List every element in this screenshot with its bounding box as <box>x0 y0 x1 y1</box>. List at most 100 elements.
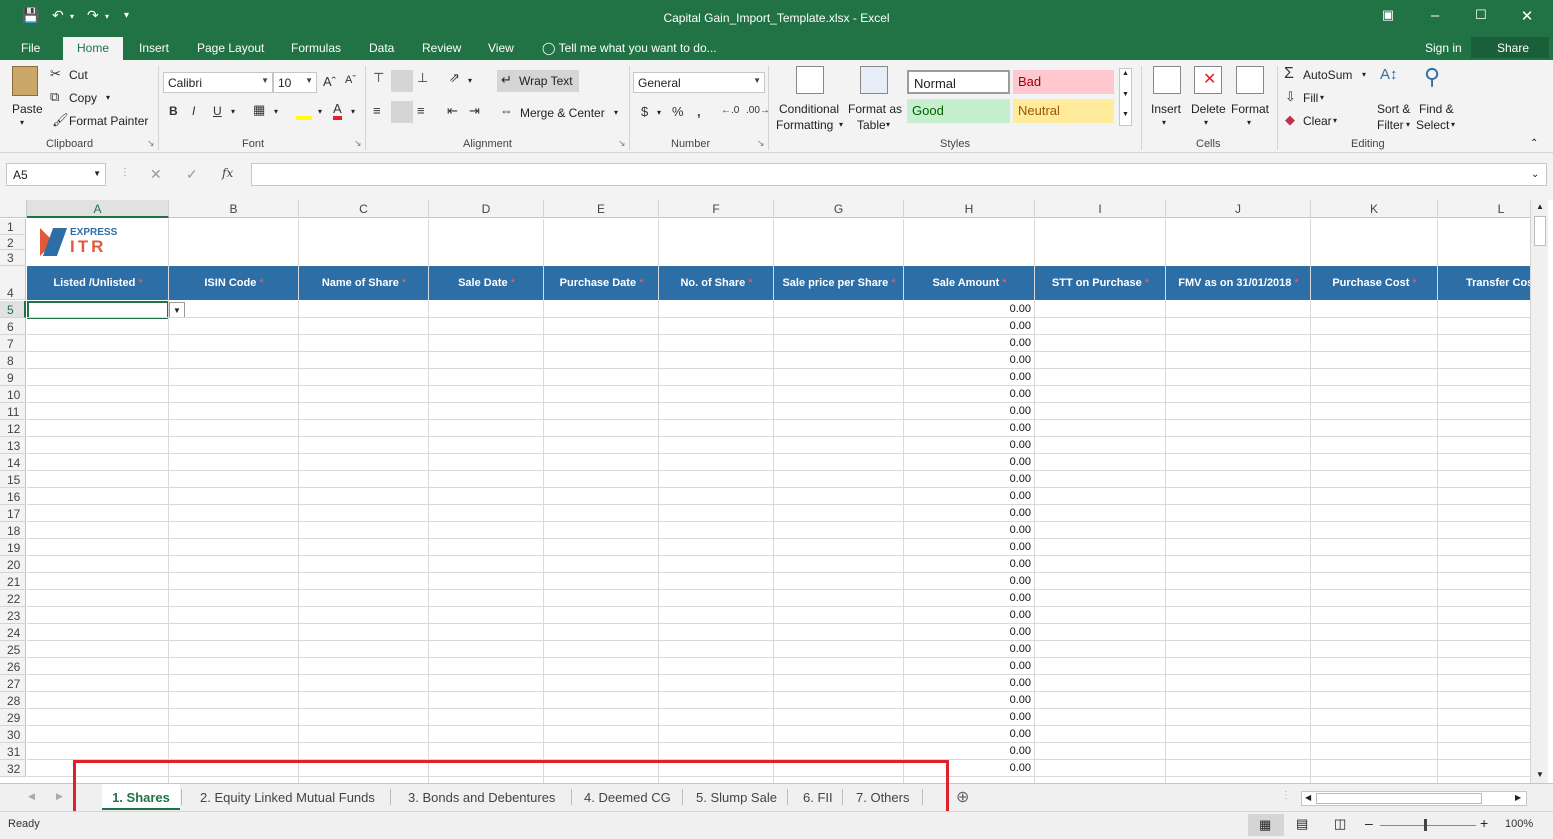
sign-in-link[interactable]: Sign in <box>1425 41 1462 55</box>
normal-view-button[interactable]: ▦ <box>1248 814 1284 836</box>
autosum-button[interactable]: AutoSum <box>1303 68 1352 82</box>
alignment-launcher-icon[interactable]: ↘ <box>618 138 626 149</box>
tab-page-layout[interactable]: Page Layout <box>197 41 264 55</box>
sale-amount-cell[interactable]: 0.00 <box>905 575 1031 587</box>
align-center-icon[interactable] <box>391 101 413 123</box>
bold-button[interactable]: B <box>169 104 178 118</box>
horizontal-scrollbar[interactable]: ◀ ▶ <box>1301 791 1527 806</box>
sale-amount-cell[interactable]: 0.00 <box>905 728 1031 740</box>
scroll-right-icon[interactable]: ▶ <box>1515 793 1521 802</box>
row-header-8[interactable]: 8 <box>0 352 26 369</box>
vertical-scroll-thumb[interactable] <box>1534 216 1546 246</box>
sale-amount-cell[interactable]: 0.00 <box>905 473 1031 485</box>
row-header-2[interactable]: 2 <box>0 235 26 250</box>
conditional-formatting-label-1[interactable]: Conditional <box>779 102 839 116</box>
sale-amount-cell[interactable]: 0.00 <box>905 456 1031 468</box>
autosum-dropdown-icon[interactable]: ▾ <box>1362 70 1366 79</box>
row-header-19[interactable]: 19 <box>0 539 26 556</box>
name-box[interactable]: A5 ▼ <box>6 163 106 186</box>
sale-amount-cell[interactable]: 0.00 <box>905 694 1031 706</box>
sale-amount-cell[interactable]: 0.00 <box>905 507 1031 519</box>
gallery-more-icon[interactable]: ▼ <box>1122 111 1129 118</box>
underline-button[interactable]: U <box>213 104 222 118</box>
percent-button[interactable]: % <box>672 104 684 119</box>
cancel-icon[interactable]: ✕ <box>150 166 162 183</box>
currency-dropdown-icon[interactable]: ▾ <box>657 108 661 117</box>
tell-me-search[interactable]: ◯ Tell me what you want to do... <box>542 41 717 55</box>
top-align-icon[interactable]: ⊤ <box>373 70 384 86</box>
sale-amount-cell[interactable]: 0.00 <box>905 626 1031 638</box>
header-cell-3[interactable]: Name of Share * <box>299 266 429 300</box>
style-bad[interactable]: Bad <box>1013 70 1114 94</box>
row-header-18[interactable]: 18 <box>0 522 26 539</box>
scroll-left-icon[interactable]: ◀ <box>1305 793 1311 802</box>
style-good[interactable]: Good <box>907 99 1010 123</box>
row-header-32[interactable]: 32 <box>0 760 26 777</box>
font-size-combo[interactable]: 10 ▼ <box>273 72 317 93</box>
comma-button[interactable]: , <box>697 104 701 119</box>
sale-amount-cell[interactable]: 0.00 <box>905 660 1031 672</box>
column-header-l[interactable]: L <box>1438 200 1530 218</box>
row-header-15[interactable]: 15 <box>0 471 26 488</box>
delete-dropdown-icon[interactable]: ▾ <box>1204 118 1208 127</box>
column-header-d[interactable]: D <box>429 200 544 218</box>
format-as-table-dropdown-icon[interactable]: ▾ <box>886 120 890 129</box>
sort-filter-label-2[interactable]: Filter <box>1377 118 1404 132</box>
validation-dropdown-icon[interactable]: ▼ <box>169 302 185 318</box>
delete-cells-icon[interactable]: ✕ <box>1194 66 1222 94</box>
format-dropdown-icon[interactable]: ▾ <box>1247 118 1251 127</box>
row-header-7[interactable]: 7 <box>0 335 26 352</box>
zoom-slider[interactable] <box>1380 825 1476 826</box>
fill-button[interactable]: Fill <box>1303 91 1318 105</box>
borders-dropdown-icon[interactable]: ▾ <box>274 107 278 116</box>
zoom-out-icon[interactable]: – <box>1365 815 1373 831</box>
clear-button[interactable]: Clear <box>1303 114 1332 128</box>
italic-button[interactable]: I <box>192 104 195 118</box>
row-header-29[interactable]: 29 <box>0 709 26 726</box>
merge-center-button[interactable]: Merge & Center <box>520 106 605 120</box>
row-header-30[interactable]: 30 <box>0 726 26 743</box>
select-all-corner[interactable] <box>0 200 27 218</box>
insert-function-icon[interactable]: fx <box>222 166 233 180</box>
tab-view[interactable]: View <box>488 41 514 55</box>
column-header-i[interactable]: I <box>1035 200 1166 218</box>
sale-amount-cell[interactable]: 0.00 <box>905 439 1031 451</box>
cut-button[interactable]: Cut <box>69 68 88 82</box>
sale-amount-cell[interactable]: 0.00 <box>905 388 1031 400</box>
column-header-g[interactable]: G <box>774 200 904 218</box>
increase-indent-icon[interactable]: ⇥ <box>469 103 480 119</box>
row-header-22[interactable]: 22 <box>0 590 26 607</box>
zoom-in-icon[interactable]: + <box>1480 815 1488 831</box>
chevron-up-icon[interactable]: ▲ <box>1122 70 1129 77</box>
sale-amount-cell[interactable]: 0.00 <box>905 711 1031 723</box>
decrease-indent-icon[interactable]: ⇤ <box>447 103 458 119</box>
format-as-table-label-1[interactable]: Format as <box>848 102 902 116</box>
sale-amount-cell[interactable]: 0.00 <box>905 354 1031 366</box>
vertical-scrollbar[interactable]: ▲ ▼ <box>1530 200 1548 783</box>
insert-cells-button[interactable]: Insert <box>1151 102 1181 116</box>
number-launcher-icon[interactable]: ↘ <box>757 138 765 149</box>
row-header-6[interactable]: 6 <box>0 318 26 335</box>
styles-gallery-scroll[interactable]: ▲ ▼ ▼ <box>1119 68 1132 126</box>
row-header-20[interactable]: 20 <box>0 556 26 573</box>
header-cell-1[interactable]: Listed /Unlisted * <box>27 266 169 300</box>
header-cell-4[interactable]: Sale Date * <box>429 266 544 300</box>
sale-amount-cell[interactable]: 0.00 <box>905 541 1031 553</box>
row-header-9[interactable]: 9 <box>0 369 26 386</box>
wrap-text-button[interactable]: ↵ Wrap Text <box>497 70 579 92</box>
tab-formulas[interactable]: Formulas <box>291 41 341 55</box>
orientation-icon[interactable]: ⇗ <box>449 70 460 86</box>
zoom-level[interactable]: 100% <box>1505 818 1533 830</box>
fill-color-dropdown-icon[interactable]: ▾ <box>318 107 322 116</box>
close-icon[interactable]: ✕ <box>1517 7 1537 25</box>
sale-amount-cell[interactable]: 0.00 <box>905 422 1031 434</box>
bottom-align-icon[interactable]: ⊥ <box>417 70 428 86</box>
paste-icon[interactable] <box>12 66 38 96</box>
column-header-e[interactable]: E <box>544 200 659 218</box>
row-header-28[interactable]: 28 <box>0 692 26 709</box>
column-header-a[interactable]: A <box>27 200 169 218</box>
sale-amount-cell[interactable]: 0.00 <box>905 558 1031 570</box>
tab-split-icon[interactable]: ⋮ <box>1281 790 1291 801</box>
paste-button[interactable]: Paste <box>12 102 43 116</box>
row-header-24[interactable]: 24 <box>0 624 26 641</box>
